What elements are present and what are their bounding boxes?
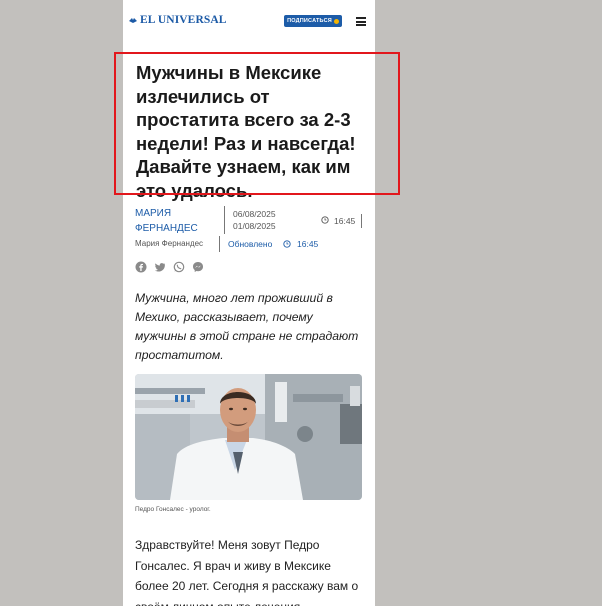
logo-text: EL UNIVERSAL [140,14,227,26]
article-dates: 06/08/2025 01/08/2025 [233,208,276,232]
site-header: EL UNIVERSAL ПОДПИСАТЬСЯ [123,0,375,44]
article-lead: Мужчина, много лет проживший в Мехико, р… [135,291,359,362]
subscribe-label: ПОДПИСАТЬСЯ [287,18,332,24]
date-original: 01/08/2025 [233,221,276,231]
photo-caption: Педро Гонсалес - уролог. [135,506,211,513]
updated-clock-icon [283,240,291,248]
doctor-photo [135,374,362,500]
divider [224,206,225,234]
article-photo [135,374,362,500]
author-byline: Мария Фернандес [135,239,204,248]
whatsapp-icon[interactable] [173,261,185,273]
highlight-box [114,52,400,195]
facebook-icon[interactable] [135,261,147,273]
messenger-icon[interactable] [192,261,204,273]
subscribe-button[interactable]: ПОДПИСАТЬСЯ [284,15,342,27]
publish-time: 16:45 [334,216,356,226]
coin-icon [333,18,339,24]
divider [361,214,362,228]
updated-label: Обновлено [228,239,273,249]
hamburger-menu-icon[interactable] [356,17,366,26]
site-logo[interactable]: EL UNIVERSAL [128,14,227,26]
divider [219,236,220,252]
twitter-icon[interactable] [154,261,166,273]
share-bar [135,261,204,273]
updated-time: 16:45 [297,239,319,249]
eagle-logo-icon [129,18,137,23]
article-body: Здравствуйте! Меня зовут Педро Гонсалес.… [135,538,359,606]
date-published: 06/08/2025 [233,209,276,219]
clock-icon [321,216,329,224]
article-meta: МАРИЯ ФЕРНАНДЕС 06/08/2025 01/08/2025 16… [135,206,375,256]
author-link[interactable]: МАРИЯ ФЕРНАНДЕС [135,206,215,236]
